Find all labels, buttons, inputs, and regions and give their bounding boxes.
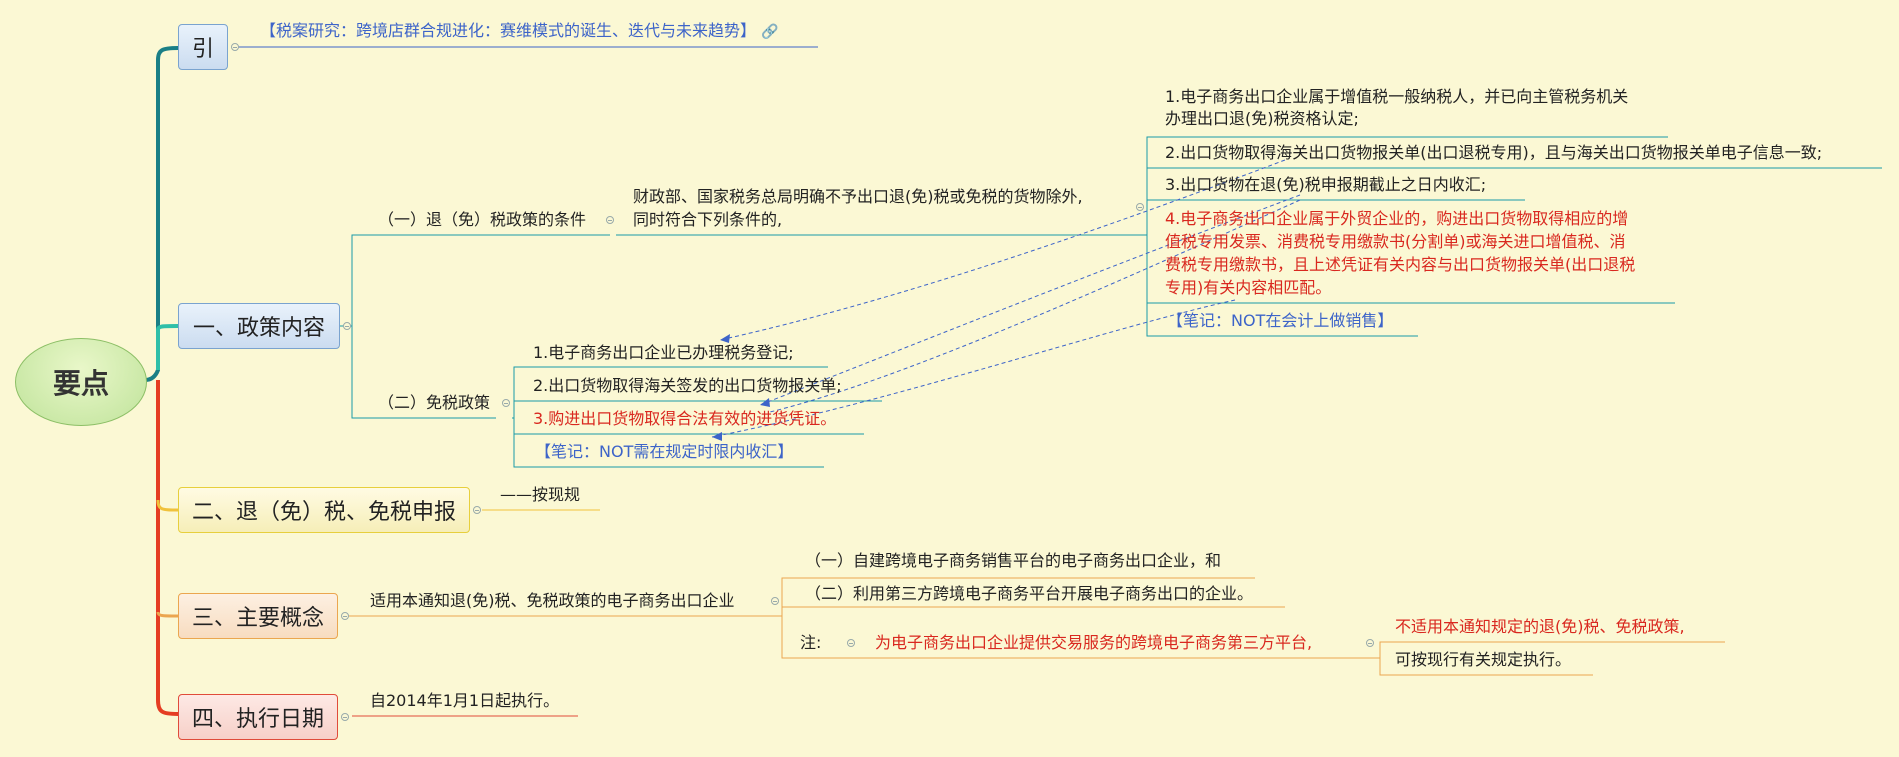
- section3-label: 三、主要概念: [191, 606, 324, 631]
- sub1-note: 【笔记：NOT在会计上做销售】: [1167, 311, 1394, 330]
- section1-sub2-label[interactable]: （二）免税政策: [378, 392, 490, 414]
- exemption-item-3: 3.购进出口货物取得合法有效的进货凭证。: [533, 409, 837, 428]
- section3-note-result-2: 可按现行有关规定执行。: [1395, 650, 1572, 669]
- section1-sub1-desc-line2: 同时符合下列条件的,: [633, 210, 783, 229]
- intro-node[interactable]: 引: [178, 24, 228, 70]
- intro-collapse-toggle[interactable]: [231, 43, 239, 51]
- section1-sub1-desc-line1: 财政部、国家税务总局明确不予出口退(免)税或免税的货物除外,: [633, 187, 1083, 206]
- section3-note-collapse-toggle[interactable]: [847, 639, 855, 647]
- section3-desc: 适用本通知退(免)税、免税政策的电子商务出口企业: [370, 591, 735, 610]
- section1-sub1-label[interactable]: （一）退（免）税政策的条件: [378, 209, 586, 231]
- root-node[interactable]: 要点: [15, 338, 147, 426]
- section3-desc-collapse-toggle[interactable]: [771, 597, 779, 605]
- link-icon: 🔗: [761, 24, 779, 40]
- condition-4-line3: 费税专用缴款书，且上述凭证有关内容与出口货物报关单(出口退税: [1165, 255, 1636, 274]
- intro-label: 引: [191, 37, 214, 62]
- section3-item-1: （一）自建跨境电子商务销售平台的电子商务出口企业，和: [805, 551, 1222, 570]
- section1-collapse-toggle[interactable]: [343, 322, 351, 330]
- section3-note-label: 注:: [800, 633, 822, 652]
- section1-sub2-collapse-toggle[interactable]: [502, 399, 510, 407]
- intro-link-text: 【税案研究：跨境店群合规进化：赛维模式的诞生、迭代与未来趋势】: [260, 21, 757, 40]
- section3-node[interactable]: 三、主要概念: [178, 593, 338, 639]
- section4-node[interactable]: 四、执行日期: [178, 694, 338, 740]
- exemption-item-2: 2.出口货物取得海关签发的出口货物报关单;: [533, 376, 842, 395]
- section1-sub1-desc-collapse-toggle[interactable]: [1136, 203, 1144, 211]
- section1-sub1-collapse-toggle[interactable]: [606, 216, 614, 224]
- root-label: 要点: [52, 367, 109, 400]
- section1-node[interactable]: 一、政策内容: [178, 303, 340, 349]
- section4-collapse-toggle[interactable]: [341, 713, 349, 721]
- condition-3: 3.出口货物在退(免)税申报期截止之日内收汇;: [1165, 175, 1487, 194]
- section2-node[interactable]: 二、退（免）税、免税申报: [178, 487, 470, 533]
- sub2-note: 【笔记：NOT需在规定时限内收汇】: [535, 442, 794, 461]
- condition-4-line4: 专用)有关内容相匹配。: [1165, 278, 1332, 297]
- condition-4-line1: 4.电子商务出口企业属于外贸企业的，购进出口货物取得相应的增: [1165, 209, 1629, 228]
- section2-collapse-toggle[interactable]: [473, 506, 481, 514]
- section3-item-2: （二）利用第三方跨境电子商务平台开展电子商务出口的企业。: [805, 584, 1254, 603]
- condition-1-line1: 1.电子商务出口企业属于增值税一般纳税人，并已向主管税务机关: [1165, 87, 1629, 106]
- condition-4-line2: 值税专用发票、消费税专用缴款书(分割单)或海关进口增值税、消: [1165, 232, 1626, 251]
- section3-note-text-collapse-toggle[interactable]: [1366, 639, 1374, 647]
- condition-2: 2.出口货物取得海关出口货物报关单(出口退税专用)，且与海关出口货物报关单电子信…: [1165, 143, 1823, 162]
- section2-note: ——按现规: [500, 485, 581, 504]
- section4-text: 自2014年1月1日起执行。: [370, 691, 560, 710]
- condition-1-line2: 办理出口退(免)税资格认定;: [1165, 109, 1359, 128]
- section3-collapse-toggle[interactable]: [341, 612, 349, 620]
- section1-label: 一、政策内容: [192, 316, 325, 341]
- section3-note-text: 为电子商务出口企业提供交易服务的跨境电子商务第三方平台,: [875, 633, 1313, 652]
- section4-label: 四、执行日期: [191, 707, 324, 732]
- section3-note-result-1: 不适用本通知规定的退(免)税、免税政策,: [1395, 617, 1685, 636]
- exemption-item-1: 1.电子商务出口企业已办理税务登记;: [533, 343, 794, 362]
- section2-label: 二、退（免）税、免税申报: [191, 500, 456, 525]
- intro-link[interactable]: 【税案研究：跨境店群合规进化：赛维模式的诞生、迭代与未来趋势】 🔗: [260, 20, 779, 43]
